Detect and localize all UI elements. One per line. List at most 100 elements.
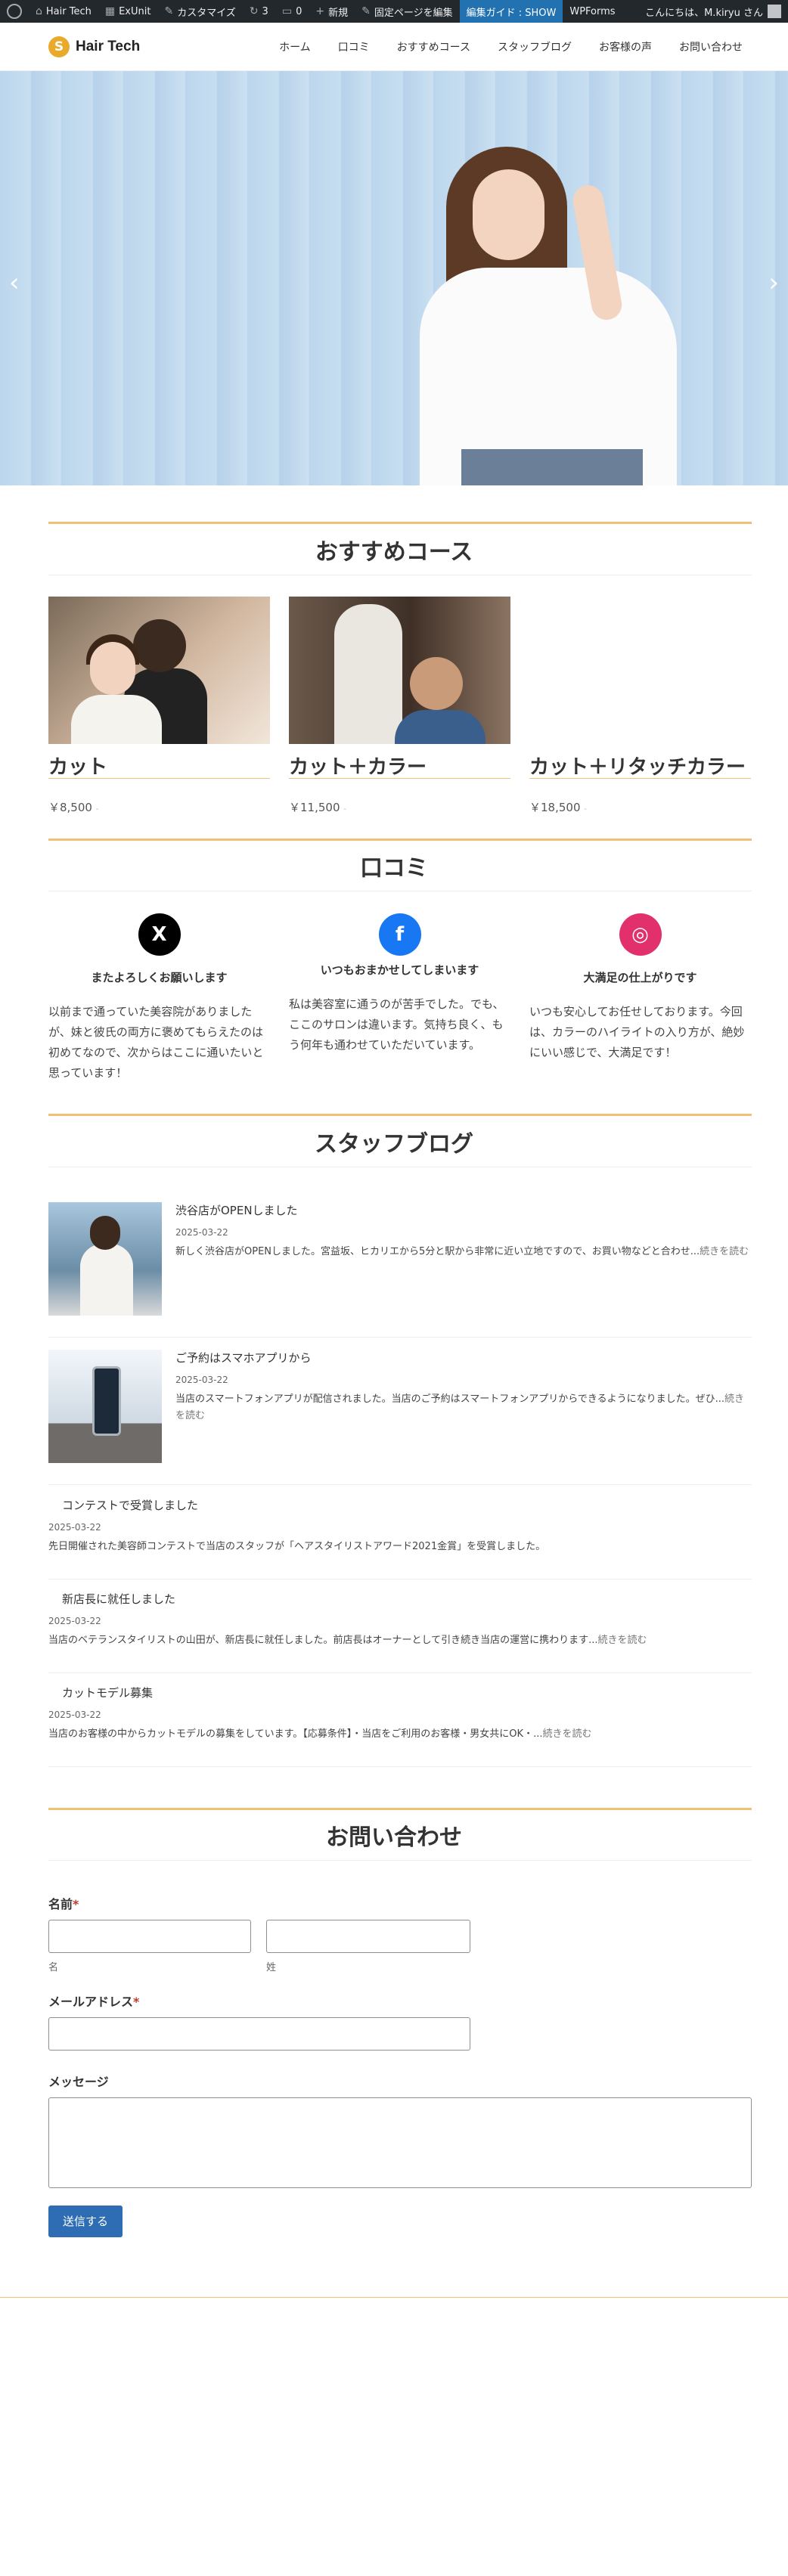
email-label: メールアドレス* [48,1995,140,2009]
avatar [768,5,781,18]
course-image [529,597,751,744]
wpforms-menu[interactable]: WPForms [563,0,622,23]
home-icon: ⌂ [36,5,42,17]
blog-post-title[interactable]: コンテストで受賞しました [48,1497,752,1513]
course-image [48,597,270,744]
customize-menu[interactable]: ✎ カスタマイズ [157,0,242,23]
course-card[interactable]: カット＋カラー ￥11,500 - [289,597,510,814]
course-price: ￥11,500 - [289,801,346,814]
blog-post-date: 2025-03-22 [175,1227,228,1238]
course-card[interactable]: カット＋リタッチカラー ￥18,500 - [529,597,751,814]
nav-courses[interactable]: おすすめコース [397,39,470,54]
blog-post-excerpt: 新しく渋谷店がOPENしました。宮益坂、ヒカリエから5分と駅から非常に近い立地で… [175,1246,749,1257]
nav-staff-blog[interactable]: スタッフブログ [498,39,572,54]
slider-next-button[interactable]: › [768,268,779,298]
comments-menu[interactable]: ▭ 0 [275,0,309,23]
footer-rule [0,2297,788,2298]
read-more-link[interactable]: 続きを読む [700,1246,749,1257]
course-name: カット [48,756,108,779]
courses-title: おすすめコース [315,539,473,566]
blog-thumbnail[interactable] [48,1350,162,1463]
exunit-icon: ▦ [104,5,116,17]
first-name-field[interactable] [48,1920,251,1953]
blog-post-title[interactable]: ご予約はスマホアプリから [175,1350,752,1365]
blog-divider [48,1766,752,1767]
plus-icon: + [315,5,325,17]
nav-home[interactable]: ホーム [279,39,311,54]
pencil-icon: ✎ [361,5,371,17]
review-body: 私は美容室に通うのが苦手でした。でも、ここのサロンは違います。気持ち良く、もう何… [289,997,504,1052]
blog-thumbnail[interactable] [48,1202,162,1316]
blog-post-date: 2025-03-22 [48,1522,101,1533]
slider-prev-button[interactable]: ‹ [9,268,20,298]
blog-divider [48,1484,752,1485]
site-logo[interactable]: S Hair Tech [48,36,140,57]
blog-post[interactable]: コンテストで受賞しました 2025-03-22 先日開催された美容師コンテストで… [48,1497,752,1558]
course-price: ￥18,500 - [529,801,587,814]
hero-slider: ‹ › [0,71,788,485]
message-label: メッセージ [48,2075,109,2089]
blog-post[interactable]: ご予約はスマホアプリから 2025-03-22 当店のスマートフォンアプリが配信… [48,1350,752,1463]
contact-title: お問い合わせ [326,1824,462,1851]
last-name-field[interactable] [266,1920,470,1953]
nav-contact[interactable]: お問い合わせ [679,39,743,54]
logo-text: Hair Tech [76,39,141,54]
hero-photo-face [473,169,544,260]
review-title: いつもおまかせしてしまいます [320,963,479,977]
blog-post[interactable]: 渋谷店がOPENしました 2025-03-22 新しく渋谷店がOPENしました。… [48,1202,752,1316]
comment-icon: ▭ [281,5,293,17]
blog-post[interactable]: 新店長に就任しました 2025-03-22 当店のベテランスタイリストの山田が、… [48,1591,752,1651]
blog-post-date: 2025-03-22 [175,1375,228,1385]
review-item: ◎ 大満足の仕上がりです いつも安心してお任せしております。今回は、カラーのハイ… [529,913,751,1063]
site-name-menu[interactable]: ⌂ Hair Tech [29,0,98,23]
exunit-menu[interactable]: ▦ ExUnit [98,0,158,23]
course-divider [529,778,751,779]
edit-page-menu[interactable]: ✎ 固定ページを編集 [355,0,459,23]
last-name-sublabel: 姓 [266,1962,277,1973]
review-body: いつも安心してお任せしております。今回は、カラーのハイライトの入り方が、絶妙にい… [529,1005,745,1059]
email-field[interactable] [48,2017,470,2051]
read-more-link[interactable]: 続きを読む [598,1635,647,1646]
course-name: カット＋リタッチカラー [529,756,746,779]
review-title: またよろしくお願いします [91,971,228,984]
instagram-icon[interactable]: ◎ [619,913,662,956]
course-price: ￥8,500 - [48,801,99,814]
blog-post-date: 2025-03-22 [48,1710,101,1720]
blog-post-excerpt: 当店のベテランスタイリストの山田が、新店長に就任しました。前店長はオーナーとして… [48,1635,647,1646]
updates-menu[interactable]: ↻ 3 [243,0,275,23]
course-card[interactable]: カット ￥8,500 - [48,597,270,814]
first-name-sublabel: 名 [48,1962,59,1973]
logo-icon: S [48,36,70,57]
wp-logo-menu[interactable] [0,0,29,23]
section-rule [48,1808,752,1810]
message-textarea[interactable] [48,2097,752,2188]
section-divider [48,1860,752,1861]
nav-reviews[interactable]: 口コミ [338,39,370,54]
blog-post-date: 2025-03-22 [48,1616,101,1626]
blog-post-title[interactable]: 渋谷店がOPENしました [175,1202,752,1218]
account-menu[interactable]: こんにちは、M.kiryu さん [638,0,788,23]
x-twitter-icon[interactable]: X [138,913,181,956]
nav-voices[interactable]: お客様の声 [599,39,652,54]
section-rule [48,522,752,524]
section-rule [48,1114,752,1116]
review-title: 大満足の仕上がりです [583,971,697,984]
blog-post-title[interactable]: カットモデル募集 [48,1685,752,1700]
blog-post[interactable]: カットモデル募集 2025-03-22 当店のお客様の中からカットモデルの募集を… [48,1685,752,1745]
blog-post-title[interactable]: 新店長に就任しました [48,1591,752,1607]
wordpress-icon [7,4,22,19]
review-item: X またよろしくお願いします 以前まで通っていた美容院がありましたが、妹と彼氏の… [48,913,270,1083]
blog-post-excerpt: 先日開催された美容師コンテストで当店のスタッフが「ヘアスタイリストアワード202… [48,1541,546,1552]
submit-button[interactable]: 送信する [48,2206,123,2237]
facebook-icon[interactable]: f [378,913,421,956]
blog-post-excerpt: 当店のスマートフォンアプリが配信されました。当店のご予約はスマートフォンアプリか… [175,1393,744,1421]
brush-icon: ✎ [164,5,174,17]
new-content-menu[interactable]: + 新規 [309,0,355,23]
read-more-link[interactable]: 続きを読む [542,1728,591,1740]
course-divider [289,778,510,779]
review-item: f いつもおまかせしてしまいます 私は美容室に通うのが苦手でした。でも、ここのサ… [289,913,510,1056]
section-rule [48,839,752,841]
site-header: S Hair Tech ホーム 口コミ おすすめコース スタッフブログ お客様の… [0,23,788,71]
edit-guide-toggle[interactable]: 編集ガイド : SHOW [459,0,563,23]
global-nav: ホーム 口コミ おすすめコース スタッフブログ お客様の声 お問い合わせ [252,23,743,71]
